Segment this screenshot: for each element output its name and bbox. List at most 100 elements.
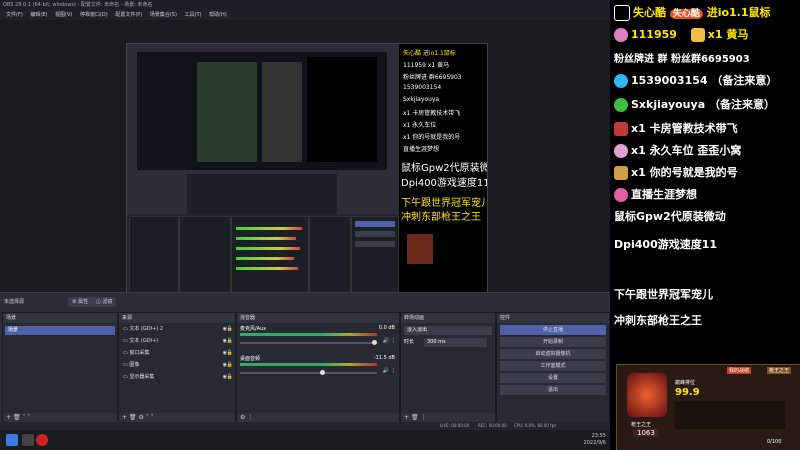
add-scene-button[interactable]: + (6, 414, 11, 421)
properties-button[interactable]: ⚙ 属性 (68, 297, 93, 307)
studio-mode-button[interactable]: 工作室模式 (500, 361, 606, 371)
overlay-gift-2: x1 永久车位 歪歪小窝 (631, 144, 742, 157)
mixer-settings-icon[interactable]: ⚙ (240, 414, 245, 421)
gift-box-icon (614, 166, 628, 180)
menu-file[interactable]: 文件(F) (6, 12, 23, 18)
overlay-dream: 直播生涯梦想 (631, 188, 697, 201)
menu-help[interactable]: 帮助(H) (209, 12, 227, 18)
menu-docks[interactable]: 停靠窗口(D) (80, 12, 108, 18)
source-item[interactable]: ▭ 显示器采集 ◉ 🔓 (119, 371, 235, 383)
duration-input[interactable]: 300 ms (424, 338, 487, 347)
heart-icon (614, 188, 628, 202)
start-virtual-camera-button[interactable]: 启动虚拟摄像机 (500, 349, 606, 359)
clock-time: 23:55 (591, 433, 606, 439)
channel-db: -11.5 dB (373, 355, 395, 361)
live-timer: LIVE: 00:00:00 (440, 423, 470, 428)
move-down-icon[interactable]: ˅ (27, 414, 30, 421)
source-item[interactable]: ▭ 图像 ◉ 🔓 (119, 359, 235, 371)
preview-canvas[interactable]: 失心酷 进io1.1鼠标 111959 x1 黄马 粉丝牌进 群6695903 … (126, 43, 488, 307)
remove-source-button[interactable]: 🗑 (129, 414, 137, 421)
source-label: 显示器采集 (129, 374, 155, 380)
menu-tools[interactable]: 工具(T) (185, 12, 202, 18)
lock-icon[interactable]: 🔓 (227, 347, 233, 359)
card-progress: 0/100 (767, 439, 782, 445)
more-icon[interactable]: ⋮ (391, 368, 396, 374)
mixer-dock-title: 混音器 (237, 313, 399, 323)
overlay-gift: x1 黄马 (707, 28, 749, 41)
obs-window: OBS 28.0.1 (64-bit, windows) - 配置文件: 未命名… (0, 0, 610, 450)
remove-scene-button[interactable]: 🗑 (13, 414, 21, 421)
remove-transition-button[interactable]: 🗑 (411, 414, 419, 421)
volume-slider[interactable] (240, 370, 377, 375)
transition-select[interactable]: 淡入淡出 (404, 326, 492, 335)
menu-edit[interactable]: 编辑(E) (30, 12, 47, 18)
speaker-icon[interactable]: 🔊 (383, 338, 389, 344)
mixer-dock: 混音器 麦克风/Aux 0.0 dB 🔊 ⋮ 桌面音频 -11.5 dB 🔊 ⋮… (236, 312, 400, 424)
nested-sidebar: 失心酷 进io1.1鼠标 111959 x1 黄马 粉丝牌进 群6695903 … (399, 44, 487, 306)
nested-preview (137, 52, 387, 170)
filters-button[interactable]: ◫ 滤镜 (92, 297, 117, 307)
status-bar: LIVE: 00:00:00 REC: 00:00:00 CPU: 0.0%, … (0, 422, 610, 430)
lock-icon[interactable]: 🔓 (227, 323, 233, 335)
controls-dock-title: 控件 (497, 313, 609, 323)
preview-area[interactable]: 失心酷 进io1.1鼠标 111959 x1 黄马 粉丝牌进 群6695903 … (0, 20, 610, 307)
move-up-icon[interactable]: ˄ (146, 414, 149, 421)
scenes-dock: 场景 场景 + 🗑 ˄ ˅ (2, 312, 118, 424)
obs-taskbar-icon[interactable] (36, 434, 48, 446)
rank-score: 1063 (633, 429, 659, 437)
mixer-channel-mic: 麦克风/Aux 0.0 dB 🔊 ⋮ (237, 323, 399, 353)
audio-meter (240, 363, 377, 366)
window-title: OBS 28.0.1 (64-bit, windows) - 配置文件: 未命名… (3, 2, 153, 8)
rank-name: 枪王之王 (631, 422, 652, 428)
source-item[interactable]: ▭ 窗口采集 ◉ 🔓 (119, 347, 235, 359)
menu-profile[interactable]: 配置文件(P) (115, 12, 142, 18)
mixer-menu-icon[interactable]: ⋮ (247, 414, 253, 421)
title-bar: OBS 28.0.1 (64-bit, windows) - 配置文件: 未命名… (0, 0, 610, 10)
overlay-line-4: 1539003154 （备注来意） (614, 72, 777, 88)
overlay-line-7: x1 永久车位 歪歪小窝 (614, 142, 741, 158)
rank-label: 巅峰排位 (675, 380, 696, 386)
taskbar: 23:55 2022/9/6 (0, 430, 610, 450)
clock-date: 2022/9/6 (583, 440, 606, 446)
move-down-icon[interactable]: ˅ (151, 414, 154, 421)
add-source-button[interactable]: + (122, 414, 127, 421)
windows-start-icon[interactable] (6, 434, 18, 446)
overlay-line-1: 失心酷 失心酷 进io1.1鼠标 (614, 4, 771, 21)
slider-knob[interactable] (320, 370, 325, 375)
no-source-label: 未选择源 (4, 299, 25, 305)
source-label: 文本 (GDI+) (129, 338, 159, 344)
source-item[interactable]: ▭ 文本 (GDI+) ◉ 🔓 (119, 335, 235, 347)
username-badge: 失心酷 (669, 9, 703, 19)
rank-emblem-icon (627, 373, 667, 417)
taskbar-app-icon[interactable] (22, 434, 34, 446)
lock-icon[interactable]: 🔓 (227, 371, 233, 383)
duration-row: 时长 300 ms (404, 338, 492, 347)
slider-knob[interactable] (372, 340, 377, 345)
menu-scene-collection[interactable]: 场景集合(S) (150, 12, 177, 18)
source-item[interactable]: ▭ 文本 (GDI+) 2 ◉ 🔓 (119, 323, 235, 335)
more-icon[interactable]: ⋮ (391, 338, 396, 344)
stat-table (675, 401, 785, 429)
settings-button[interactable]: 设置 (500, 373, 606, 383)
source-settings-icon[interactable]: ⚙ (139, 414, 144, 421)
exit-button[interactable]: 退出 (500, 385, 606, 395)
scene-item[interactable]: 场景 (5, 326, 115, 335)
overlay-line-5: Sxkjiayouya （备注来意） (614, 96, 775, 112)
lock-icon[interactable]: 🔓 (227, 335, 233, 347)
stop-streaming-button[interactable]: 停止直播 (500, 325, 606, 335)
add-transition-button[interactable]: + (404, 414, 409, 421)
speaker-icon[interactable]: 🔊 (383, 368, 389, 374)
filters-label: 滤镜 (102, 299, 113, 305)
card-tab-rank: 枪王之王 (767, 367, 792, 374)
sources-dock-title: 来源 (119, 313, 235, 323)
source-label: 窗口采集 (129, 350, 150, 356)
volume-slider[interactable] (240, 340, 377, 345)
audio-meter (240, 333, 377, 336)
lock-icon[interactable]: 🔓 (227, 359, 233, 371)
menu-view[interactable]: 视图(V) (55, 12, 72, 18)
overlay-wechat: Sxkjiayouya （备注来意） (631, 98, 775, 111)
move-up-icon[interactable]: ˄ (23, 414, 26, 421)
overlay-line-2: 111959 x1 黄马 (614, 26, 748, 42)
start-recording-button[interactable]: 开始录制 (500, 337, 606, 347)
transition-menu-icon[interactable]: ⋮ (421, 414, 427, 421)
